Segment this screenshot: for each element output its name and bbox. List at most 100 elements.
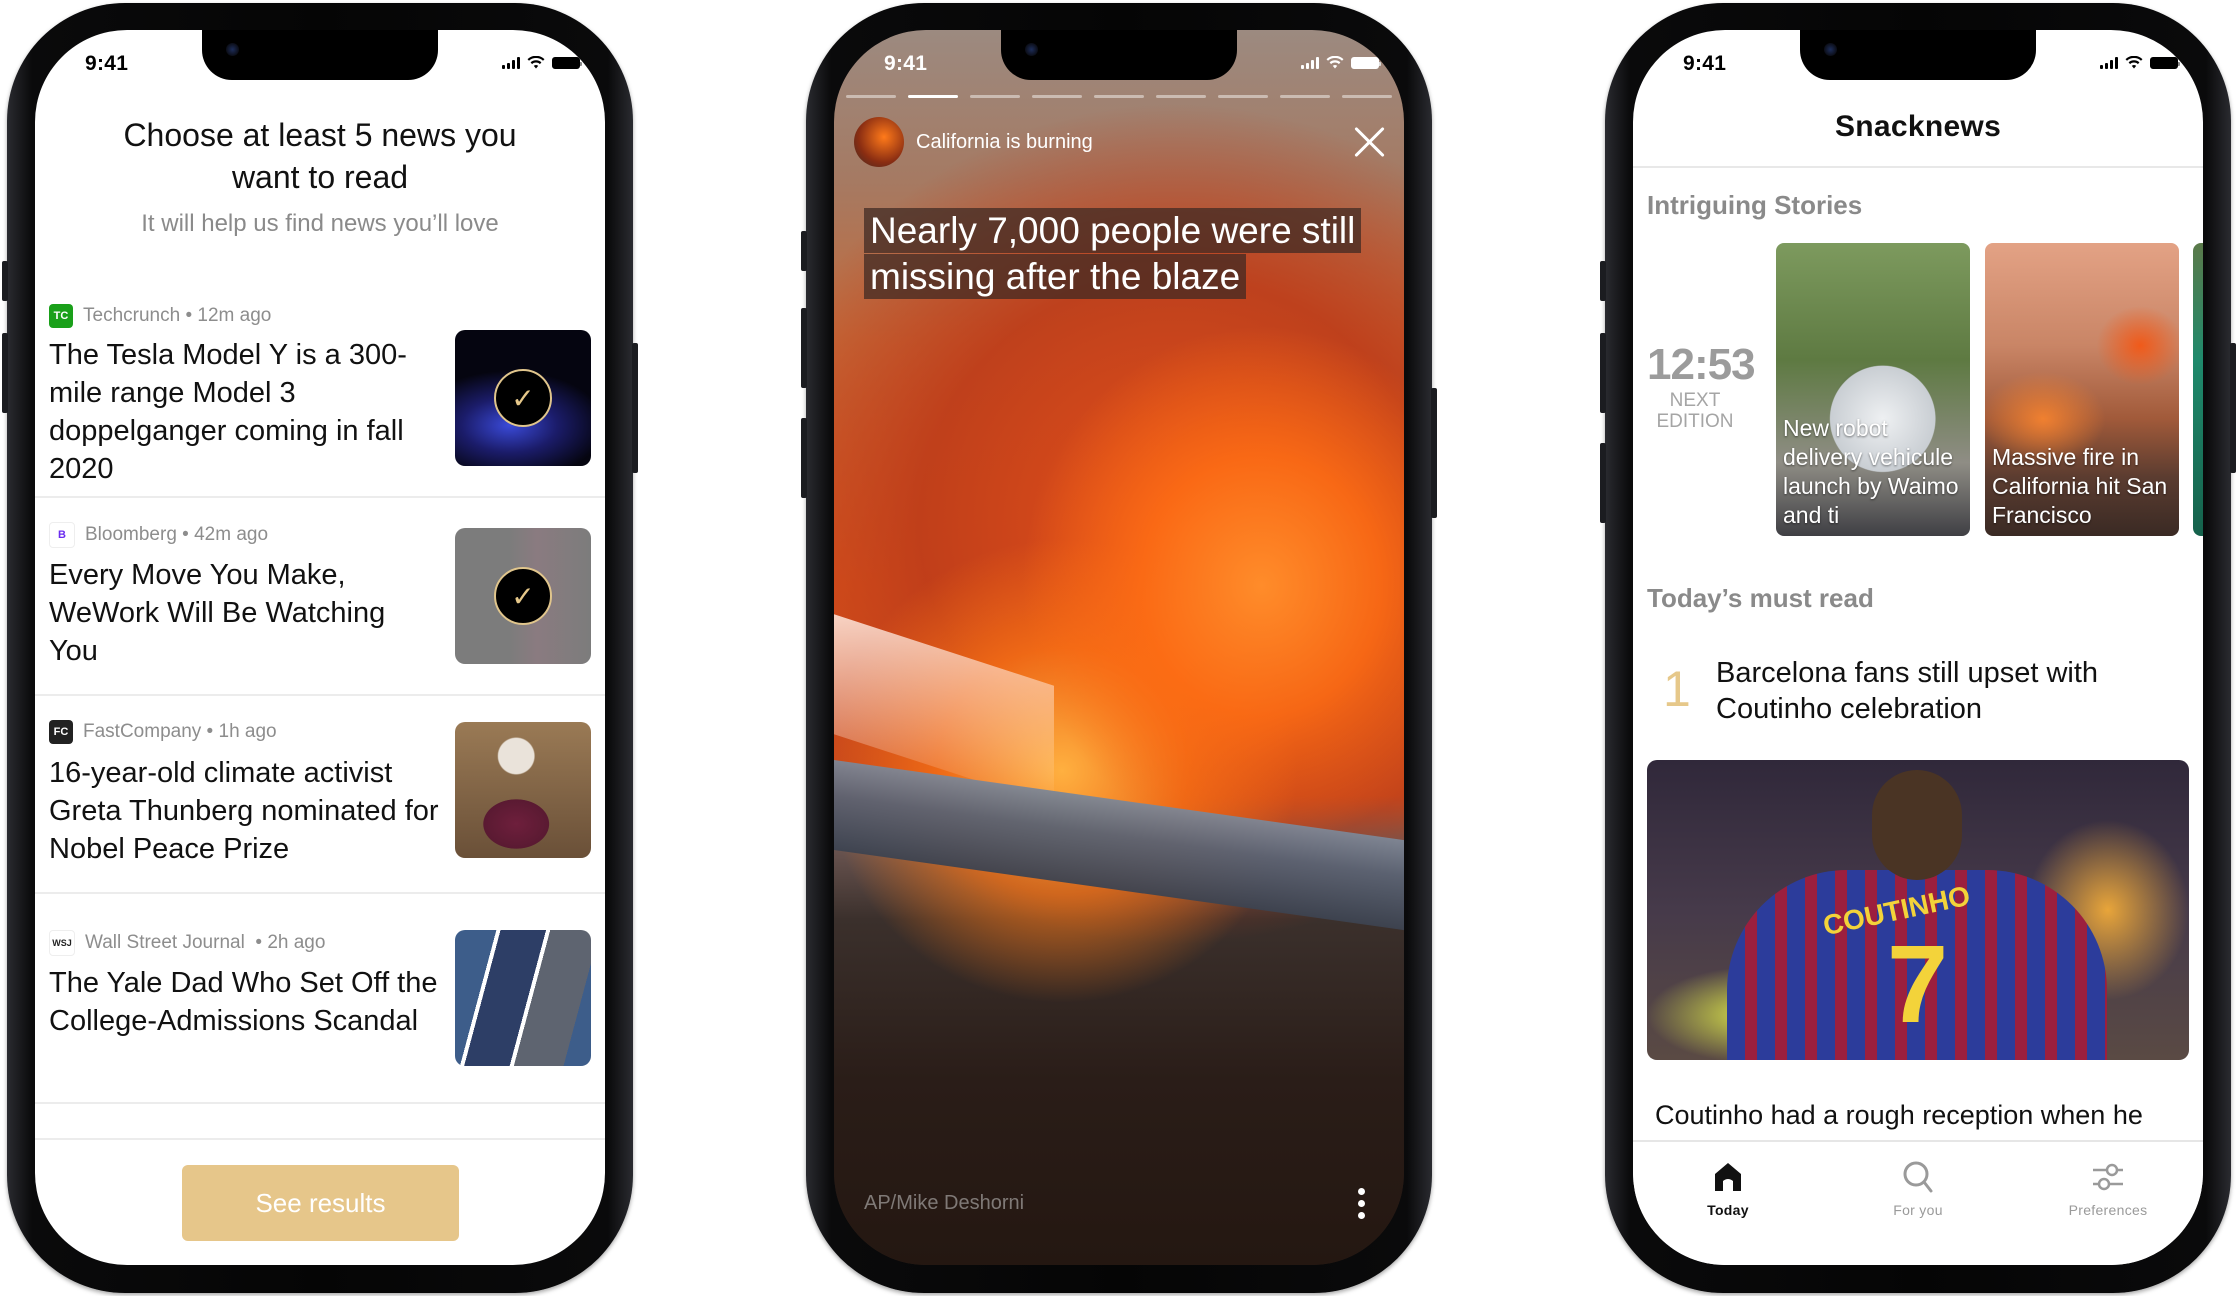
close-icon[interactable]	[1352, 125, 1386, 159]
article-item[interactable]: WSJ Wall Street Journal • 2h ago The Yale…	[35, 894, 605, 1104]
volume-down-button	[1600, 443, 1606, 523]
story-progress-segment	[1094, 95, 1144, 98]
onboarding-screen: 9:41 Choose at least 5 news you want to …	[35, 30, 605, 1265]
must-read-image[interactable]: COUTINHO 7	[1647, 760, 2189, 1060]
status-time: 9:41	[1683, 52, 1727, 75]
player-head	[1872, 770, 1962, 880]
divider	[35, 1138, 605, 1140]
article-source: Wall Street Journal • 2h ago	[85, 932, 326, 953]
notch	[202, 30, 438, 80]
camera-icon	[1824, 43, 1837, 56]
story-headline-line: Nearly 7,000 people were still	[864, 208, 1362, 253]
article-item[interactable]: FC FastCompany • 1h ago 16-year-old clima…	[35, 696, 605, 894]
volume-up-button	[801, 308, 807, 388]
tab-label: Today	[1707, 1202, 1749, 1218]
article-headline: 16-year-old climate activist Greta Thunb…	[49, 757, 439, 865]
story-progress-segment	[1218, 95, 1268, 98]
story-card-text: Massive fire in California hit San Franc…	[1992, 444, 2168, 528]
status-time: 9:41	[85, 52, 129, 75]
header-divider	[1633, 166, 2203, 168]
wsj-logo-icon: WSJ	[49, 930, 75, 956]
see-results-button[interactable]: See results	[182, 1165, 459, 1241]
story-progress	[846, 95, 1392, 98]
wifi-icon	[527, 56, 545, 69]
story-card[interactable]: Massive fire in California hit San Franc…	[1985, 243, 2179, 536]
story-headline-line: missing after the blaze	[864, 254, 1247, 299]
volume-up-button	[2, 333, 8, 413]
article-headline: Every Move You Make, WeWork Will Be Watc…	[49, 559, 386, 667]
tab-bar: Today For you Preferences	[1633, 1140, 2203, 1265]
must-read-headline[interactable]: Barcelona fans still upset with Coutinho…	[1716, 655, 2156, 727]
mute-switch	[2, 261, 8, 301]
techcrunch-logo-icon: TC	[49, 304, 73, 328]
section-title-intriguing: Intriguing Stories	[1647, 190, 1863, 220]
wifi-icon	[2125, 56, 2143, 69]
phone-home: 9:41 Snacknews Intriguing Stories 12:53 …	[1600, 3, 2236, 1293]
article-thumbnail	[455, 930, 591, 1066]
mute-switch	[801, 231, 807, 271]
status-time: 9:41	[884, 52, 928, 75]
tab-preferences[interactable]: Preferences	[2013, 1142, 2203, 1265]
camera-icon	[226, 43, 239, 56]
phone-onboarding: 9:41 Choose at least 5 news you want to …	[2, 3, 638, 1293]
story-card-peek[interactable]	[2193, 243, 2203, 536]
notch	[1001, 30, 1237, 80]
article-thumbnail: ✓	[455, 330, 591, 466]
battery-icon	[1351, 56, 1381, 69]
jersey-number: 7	[1887, 923, 1949, 1046]
story-headline: Nearly 7,000 people were still missing a…	[864, 208, 1384, 300]
story-screen: 9:41 California is burning Nearly 7,000 …	[834, 30, 1404, 1265]
article-thumbnail	[455, 722, 591, 858]
story-progress-segment	[846, 95, 896, 98]
story-card-text: New robot delivery vehicule launch by Wa…	[1783, 415, 1959, 528]
story-card[interactable]: New robot delivery vehicule launch by Wa…	[1776, 243, 1970, 536]
tab-for-you[interactable]: For you	[1823, 1142, 2013, 1265]
story-progress-segment	[1032, 95, 1082, 98]
wifi-icon	[1326, 56, 1344, 69]
story-avatar[interactable]	[854, 117, 904, 167]
article-source: Techcrunch • 12m ago	[83, 305, 272, 326]
fastcompany-logo-icon: FC	[49, 720, 73, 744]
power-button	[1431, 388, 1437, 518]
story-progress-segment	[1342, 95, 1392, 98]
camera-icon	[1025, 43, 1038, 56]
battery-icon	[2150, 56, 2180, 69]
signal-icon	[2100, 56, 2118, 69]
must-read-rank: 1	[1663, 661, 1691, 717]
sliders-icon	[2093, 1163, 2123, 1191]
signal-icon	[1301, 56, 1319, 69]
tab-label: Preferences	[2068, 1202, 2148, 1218]
article-thumbnail: ✓	[455, 528, 591, 664]
tab-label: For you	[1893, 1202, 1943, 1218]
next-edition-label: EDITION	[1656, 411, 1734, 432]
must-read-snippet: Coutinho had a rough reception when he	[1655, 1100, 2143, 1130]
page-title: Choose at least 5 news you want to read	[123, 117, 517, 195]
bloomberg-logo-icon: B	[49, 522, 75, 548]
article-item[interactable]: TC Techcrunch • 12m ago The Tesla Model Y…	[35, 290, 605, 498]
story-progress-segment	[908, 95, 958, 98]
volume-down-button	[801, 418, 807, 498]
more-options-icon[interactable]	[1358, 1188, 1366, 1219]
home-screen: 9:41 Snacknews Intriguing Stories 12:53 …	[1633, 30, 2203, 1265]
story-progress-segment	[970, 95, 1020, 98]
home-icon	[1715, 1163, 1741, 1191]
power-button	[2230, 343, 2236, 473]
article-item[interactable]: B Bloomberg • 42m ago Every Move You Make…	[35, 498, 605, 696]
selected-check-icon: ✓	[494, 369, 552, 427]
page-subtitle: It will help us find news you’ll love	[141, 210, 499, 237]
power-button	[632, 343, 638, 473]
next-edition-time: 12:53	[1647, 340, 1756, 389]
search-icon	[1903, 1161, 1933, 1193]
article-source: FastCompany • 1h ago	[83, 721, 277, 742]
notch	[1800, 30, 2036, 80]
next-edition-label: NEXT	[1669, 390, 1721, 411]
signal-icon	[502, 56, 520, 69]
app-brand: Snacknews	[1834, 110, 2002, 143]
section-title-must-read: Today’s must read	[1647, 583, 1874, 613]
story-progress-segment	[1156, 95, 1206, 98]
phone-story: 9:41 California is burning Nearly 7,000 …	[801, 3, 1437, 1293]
tab-today[interactable]: Today	[1633, 1142, 1823, 1265]
article-headline: The Yale Dad Who Set Off the College-Adm…	[49, 967, 438, 1037]
photo-credit: AP/Mike Deshorni	[864, 1192, 1025, 1214]
article-source: Bloomberg • 42m ago	[85, 524, 269, 545]
